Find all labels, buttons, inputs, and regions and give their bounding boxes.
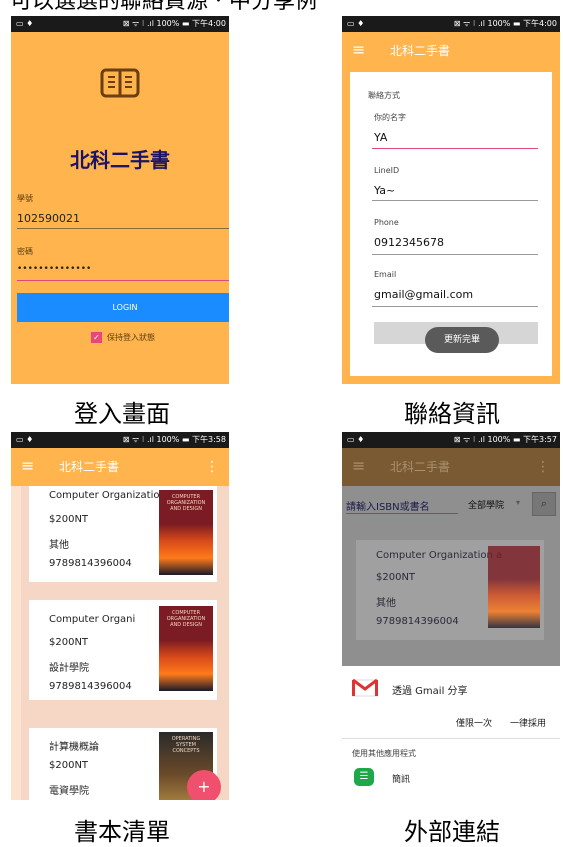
book-cover-image: COMPUTER ORGANIZATION AND DESIGN xyxy=(159,606,213,691)
book-college: 其他 xyxy=(49,540,69,551)
chevron-down-icon[interactable]: ▾ xyxy=(516,498,520,507)
status-left-icons: ▭ ♦ xyxy=(16,435,34,444)
book-isbn: 9789814396004 xyxy=(49,681,132,692)
status-bar: ▭ ♦ ⊠ ᯤ ⁝ .ıl 100% ▬ 下午4:00 xyxy=(11,16,229,32)
status-bar: ▭ ♦ ⊠ ᯤ ⁝ .ıl 100% ▬ 下午3:57 xyxy=(342,432,560,448)
app-title: 北科二手書 xyxy=(390,460,451,474)
book-price: $200NT xyxy=(49,637,89,648)
cover-title: COMPUTER ORGANIZATION AND DESIGN xyxy=(166,610,206,628)
status-bar: ▭ ♦ ⊠ ᯤ ⁝ .ıl 100% ▬ 下午4:00 xyxy=(342,16,560,32)
just-once-button[interactable]: 僅限一次 xyxy=(456,716,492,729)
status-right-icons: ⊠ ᯤ ⁝ .ıl 100% ▬ 下午4:00 xyxy=(453,19,557,28)
book-college: 設計學院 xyxy=(49,663,89,674)
app-title: 北科二手書 xyxy=(390,44,451,58)
book-title: 計算機概論 xyxy=(49,742,99,753)
other-apps-label: 使用其他應用程式 xyxy=(352,749,416,758)
email-underline xyxy=(372,306,538,307)
remember-checkbox[interactable]: ✓ xyxy=(91,332,102,343)
top-partial-caption: 可以選選的聯絡資源 · 中分享例 xyxy=(10,0,317,14)
status-right-icons: ⊠ ᯤ ⁝ .ıl 100% ▬ 下午3:57 xyxy=(453,435,557,444)
remember-label: 保持登入狀態 xyxy=(107,333,155,342)
phone-label: Phone xyxy=(374,218,399,227)
contact-screen: ▭ ♦ ⊠ ᯤ ⁝ .ıl 100% ▬ 下午4:00 ≡ 北科二手書 聯絡方式… xyxy=(342,16,560,384)
divider xyxy=(342,738,560,739)
email-field[interactable]: gmail@gmail.com xyxy=(374,288,473,301)
name-underline xyxy=(372,148,538,149)
sms-label[interactable]: 簡訊 xyxy=(392,772,410,785)
menu-icon[interactable]: ≡ xyxy=(352,40,365,60)
list-item[interactable]: Computer Organi $200NT 設計學院 978981439600… xyxy=(29,600,217,700)
book-title: Computer Organization a xyxy=(376,550,503,561)
search-icon[interactable]: ⌕ xyxy=(532,492,556,516)
status-right-icons: ⊠ ᯤ ⁝ .ıl 100% ▬ 下午3:58 xyxy=(122,435,226,444)
app-title: 北科二手書 xyxy=(59,460,120,474)
book-cover-image xyxy=(488,546,540,628)
share-screen: ▭ ♦ ⊠ ᯤ ⁝ .ıl 100% ▬ 下午3:57 ≡ 北科二手書 ⋮ 請輸… xyxy=(342,432,560,800)
name-label: 你的名字 xyxy=(374,113,406,122)
student-id-label: 學號 xyxy=(17,194,33,203)
status-right-icons: ⊠ ᯤ ⁝ .ıl 100% ▬ 下午4:00 xyxy=(122,19,226,28)
status-left-icons: ▭ ♦ xyxy=(16,19,34,28)
menu-icon[interactable]: ≡ xyxy=(352,456,365,476)
search-input[interactable]: 請輸入ISBN或書名 xyxy=(346,498,458,514)
password-field[interactable]: •••••••••••••• xyxy=(17,264,229,281)
status-bar: ▭ ♦ ⊠ ᯤ ⁝ .ıl 100% ▬ 下午3:58 xyxy=(11,432,229,448)
book-price: $200NT xyxy=(376,572,416,583)
book-list-screen: ▭ ♦ ⊠ ᯤ ⁝ .ıl 100% ▬ 下午3:58 ≡ 北科二手書 ⋮ Co… xyxy=(11,432,229,800)
left-strip xyxy=(11,486,21,800)
college-select[interactable]: 全部學院 xyxy=(468,498,504,511)
section-label: 聯絡方式 xyxy=(368,91,400,100)
book-logo-icon xyxy=(99,66,141,100)
gmail-icon xyxy=(352,678,378,698)
login-button[interactable]: LOGIN xyxy=(17,293,229,322)
student-id-field[interactable]: 102590021 xyxy=(17,212,229,229)
login-screen: ▭ ♦ ⊠ ᯤ ⁝ .ıl 100% ▬ 下午4:00 北科二手書 學號 102… xyxy=(11,16,229,384)
book-isbn: 9789814396004 xyxy=(49,558,132,569)
email-label: Email xyxy=(374,270,397,279)
menu-icon[interactable]: ≡ xyxy=(21,456,34,476)
more-options-icon[interactable]: ⋮ xyxy=(205,457,219,477)
book-college: 其他 xyxy=(376,598,396,609)
book-title: Computer Organization a xyxy=(49,490,176,501)
cover-title: COMPUTER ORGANIZATION AND DESIGN xyxy=(166,494,206,512)
sms-app-icon[interactable]: ☰ xyxy=(354,768,374,786)
caption-login: 登入畫面 xyxy=(74,400,170,428)
update-toast: 更新完畢 xyxy=(425,327,499,353)
caption-share: 外部連結 xyxy=(404,818,500,846)
always-button[interactable]: 一律採用 xyxy=(510,716,546,729)
book-card-dimmed: Computer Organization a $200NT 其他 978981… xyxy=(356,540,544,640)
phone-underline xyxy=(372,254,538,255)
book-price: $200NT xyxy=(49,760,89,771)
book-college: 電資學院 xyxy=(49,786,89,797)
cover-title: OPERATING SYSTEM CONCEPTS xyxy=(171,736,201,754)
status-left-icons: ▭ ♦ xyxy=(347,435,365,444)
caption-list: 書本清單 xyxy=(74,818,170,846)
app-bar: ≡ 北科二手書 ⋮ xyxy=(11,448,229,486)
app-bar: ≡ 北科二手書 xyxy=(342,32,560,70)
book-cover-image: COMPUTER ORGANIZATION AND DESIGN xyxy=(159,490,213,575)
password-label: 密碼 xyxy=(17,247,33,256)
share-sheet: 透過 Gmail 分享 僅限一次 一律採用 使用其他應用程式 ☰ 簡訊 xyxy=(342,666,560,800)
contact-card: 聯絡方式 你的名字 YA LineID Ya~ Phone 0912345678… xyxy=(350,72,552,376)
status-left-icons: ▭ ♦ xyxy=(347,19,365,28)
lineid-label: LineID xyxy=(374,166,400,175)
book-title: Computer Organi xyxy=(49,614,136,625)
lineid-underline xyxy=(372,200,538,201)
more-options-icon[interactable]: ⋮ xyxy=(536,457,550,477)
app-bar-dimmed: ≡ 北科二手書 ⋮ xyxy=(342,448,560,486)
phone-field[interactable]: 0912345678 xyxy=(374,236,444,249)
add-fab-button[interactable]: + xyxy=(187,770,221,800)
book-price: $200NT xyxy=(49,514,89,525)
lineid-field[interactable]: Ya~ xyxy=(374,184,395,197)
book-isbn: 9789814396004 xyxy=(376,616,459,627)
name-field[interactable]: YA xyxy=(374,131,387,144)
app-name-heading: 北科二手書 xyxy=(70,148,170,172)
list-item[interactable]: Computer Organization a $200NT 其他 978981… xyxy=(29,486,217,582)
gmail-share-option[interactable]: 透過 Gmail 分享 xyxy=(392,682,468,697)
caption-contact: 聯絡資訊 xyxy=(404,400,500,428)
